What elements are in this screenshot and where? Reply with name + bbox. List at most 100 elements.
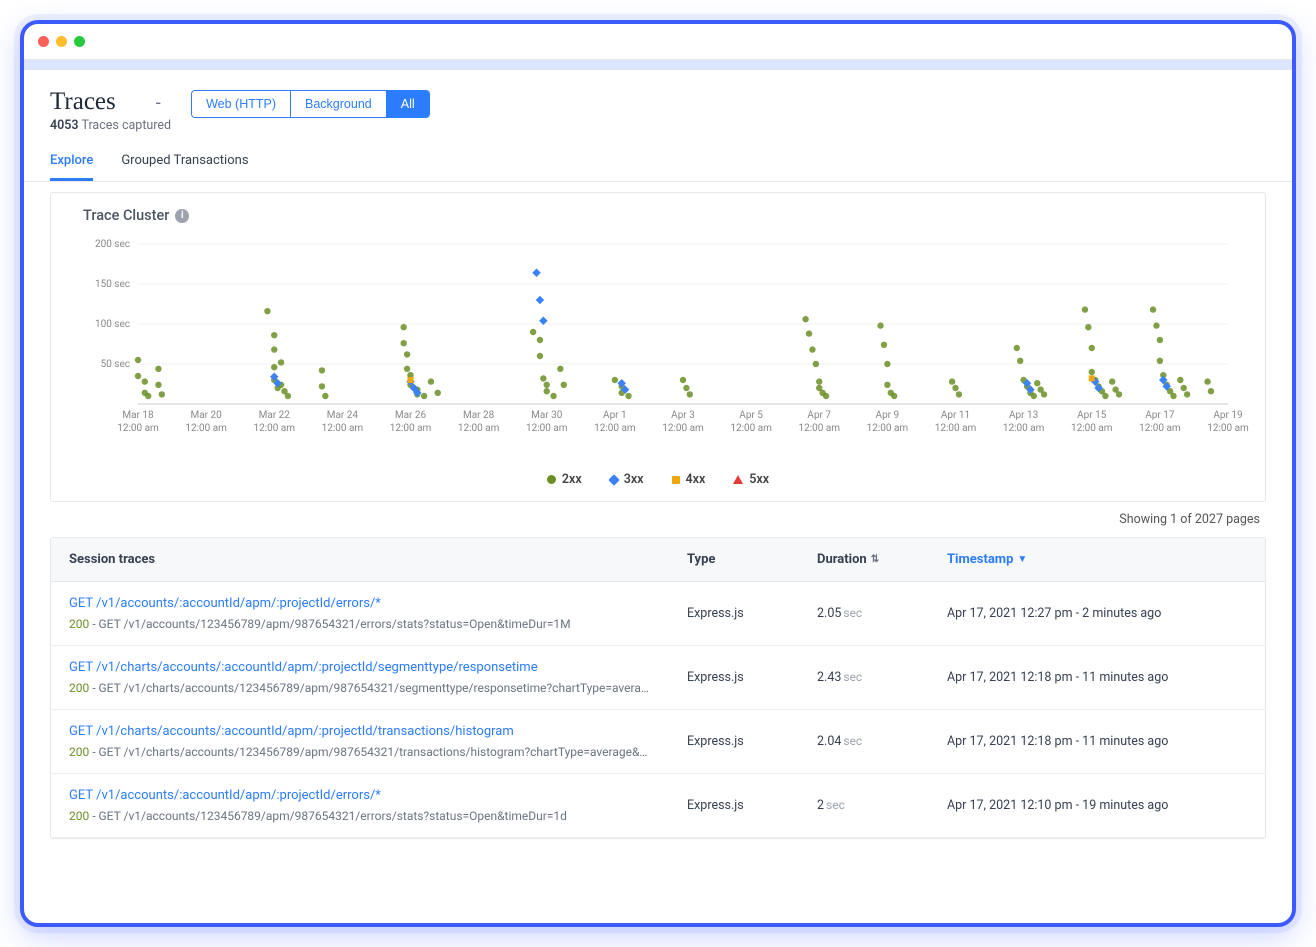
page-title: Traces xyxy=(50,88,116,116)
traces-table: Session traces Type Duration ⇅ Timestamp… xyxy=(50,537,1266,839)
legend-5xx[interactable]: 5xx xyxy=(733,472,769,487)
trace-timestamp: Apr 17, 2021 12:10 pm - 19 minutes ago xyxy=(947,798,1247,813)
table-row[interactable]: GET /v1/charts/accounts/:accountId/apm/:… xyxy=(51,646,1265,710)
info-icon[interactable]: i xyxy=(175,209,189,223)
filter-all[interactable]: All xyxy=(387,91,429,117)
chart-legend: 2xx 3xx 4xx 5xx xyxy=(51,464,1265,501)
maximize-icon[interactable] xyxy=(74,36,85,47)
svg-text:Mar 22: Mar 22 xyxy=(259,410,291,421)
scatter-plot[interactable]: 50 sec 100 sec 150 sec 200 sec Mar 18 12:00 … xyxy=(61,234,1255,454)
tab-grouped-transactions[interactable]: Grouped Transactions xyxy=(121,153,248,181)
svg-text:12:00 am: 12:00 am xyxy=(798,423,840,434)
trace-count: 4053 xyxy=(50,118,79,133)
subtitle-tail: Traces captured xyxy=(81,118,171,133)
sort-desc-icon: ▼ xyxy=(1017,554,1027,565)
close-icon[interactable] xyxy=(38,36,49,47)
svg-text:12:00 am: 12:00 am xyxy=(322,423,364,434)
header-divider xyxy=(24,60,1292,70)
svg-text:Apr 11: Apr 11 xyxy=(941,410,970,421)
svg-text:12:00 am: 12:00 am xyxy=(185,423,227,434)
svg-text:100 sec: 100 sec xyxy=(95,319,130,330)
trace-duration: 2.43sec xyxy=(817,670,947,685)
svg-text:12:00 am: 12:00 am xyxy=(935,423,977,434)
svg-text:Apr 13: Apr 13 xyxy=(1009,410,1038,421)
trace-duration: 2.04sec xyxy=(817,734,947,749)
svg-text:12:00 am: 12:00 am xyxy=(1003,423,1045,434)
svg-text:12:00 am: 12:00 am xyxy=(1071,423,1113,434)
svg-text:12:00 am: 12:00 am xyxy=(458,423,500,434)
svg-text:Apr 15: Apr 15 xyxy=(1077,410,1107,421)
svg-text:Mar 28: Mar 28 xyxy=(463,410,495,421)
trace-type: Express.js xyxy=(687,670,817,685)
svg-text:12:00 am: 12:00 am xyxy=(117,423,159,434)
svg-text:Mar 18: Mar 18 xyxy=(122,410,154,421)
svg-text:12:00 am: 12:00 am xyxy=(253,423,295,434)
trace-timestamp: Apr 17, 2021 12:27 pm - 2 minutes ago xyxy=(947,606,1247,621)
sort-icon: ⇅ xyxy=(871,554,879,565)
svg-text:200 sec: 200 sec xyxy=(95,239,130,250)
svg-text:Apr 7: Apr 7 xyxy=(807,410,831,421)
svg-text:12:00 am: 12:00 am xyxy=(1207,423,1249,434)
svg-text:12:00 am: 12:00 am xyxy=(594,423,636,434)
filter-web-http[interactable]: Web (HTTP) xyxy=(192,91,291,117)
svg-text:Apr 19: Apr 19 xyxy=(1213,410,1242,421)
trace-type: Express.js xyxy=(687,798,817,813)
filter-segmented-control: Web (HTTP) Background All xyxy=(191,90,430,118)
trace-duration: 2.05sec xyxy=(817,606,947,621)
svg-text:Apr 9: Apr 9 xyxy=(876,410,900,421)
trace-type: Express.js xyxy=(687,734,817,749)
filter-background[interactable]: Background xyxy=(291,91,387,117)
table-header: Session traces Type Duration ⇅ Timestamp… xyxy=(51,538,1265,582)
svg-text:12:00 am: 12:00 am xyxy=(390,423,432,434)
trace-type: Express.js xyxy=(687,606,817,621)
legend-2xx[interactable]: 2xx xyxy=(547,472,582,487)
table-row[interactable]: GET /v1/accounts/:accountId/apm/:project… xyxy=(51,582,1265,646)
col-duration[interactable]: Duration ⇅ xyxy=(817,552,947,567)
svg-text:150 sec: 150 sec xyxy=(95,279,130,290)
trace-link[interactable]: GET /v1/charts/accounts/:accountId/apm/:… xyxy=(69,724,687,739)
trace-path: 200 - GET /v1/accounts/123456789/apm/987… xyxy=(69,809,649,823)
svg-text:Apr 5: Apr 5 xyxy=(739,410,763,421)
legend-4xx[interactable]: 4xx xyxy=(672,472,706,487)
minimize-icon[interactable] xyxy=(56,36,67,47)
svg-text:Apr 1: Apr 1 xyxy=(603,410,627,421)
trace-cluster-chart-card: Trace Cluster i 50 sec 100 sec 150 sec 200 … xyxy=(50,192,1266,502)
svg-text:12:00 am: 12:00 am xyxy=(526,423,568,434)
tabs: Explore Grouped Transactions xyxy=(24,143,1292,182)
trace-path: 200 - GET /v1/charts/accounts/123456789/… xyxy=(69,745,649,759)
trace-duration: 2sec xyxy=(817,798,947,813)
svg-text:Apr 3: Apr 3 xyxy=(671,410,695,421)
page-header: Traces - 4053 Traces captured Web (HTTP)… xyxy=(24,70,1292,143)
trace-timestamp: Apr 17, 2021 12:18 pm - 11 minutes ago xyxy=(947,670,1247,685)
svg-text:12:00 am: 12:00 am xyxy=(662,423,704,434)
svg-text:Mar 24: Mar 24 xyxy=(327,410,359,421)
svg-text:12:00 am: 12:00 am xyxy=(1139,423,1181,434)
trace-path: 200 - GET /v1/charts/accounts/123456789/… xyxy=(69,681,649,695)
window-controls xyxy=(38,36,85,47)
svg-text:Mar 26: Mar 26 xyxy=(395,410,427,421)
trace-timestamp: Apr 17, 2021 12:18 pm - 11 minutes ago xyxy=(947,734,1247,749)
svg-text:12:00 am: 12:00 am xyxy=(867,423,909,434)
title-dash: - xyxy=(156,93,161,114)
window-titlebar xyxy=(24,24,1292,60)
legend-3xx[interactable]: 3xx xyxy=(610,472,644,487)
svg-text:12:00 am: 12:00 am xyxy=(730,423,772,434)
trace-link[interactable]: GET /v1/accounts/:accountId/apm/:project… xyxy=(69,788,687,803)
trace-link[interactable]: GET /v1/accounts/:accountId/apm/:project… xyxy=(69,596,687,611)
svg-text:50 sec: 50 sec xyxy=(101,359,130,370)
trace-path: 200 - GET /v1/accounts/123456789/apm/987… xyxy=(69,617,649,631)
col-session: Session traces xyxy=(69,552,687,567)
tab-explore[interactable]: Explore xyxy=(50,153,93,181)
svg-text:Apr 17: Apr 17 xyxy=(1145,410,1175,421)
table-row[interactable]: GET /v1/charts/accounts/:accountId/apm/:… xyxy=(51,710,1265,774)
pagination-status: Showing 1 of 2027 pages xyxy=(50,502,1266,537)
svg-text:Mar 30: Mar 30 xyxy=(531,410,563,421)
col-timestamp[interactable]: Timestamp ▼ xyxy=(947,552,1247,567)
svg-text:Mar 20: Mar 20 xyxy=(190,410,222,421)
trace-link[interactable]: GET /v1/charts/accounts/:accountId/apm/:… xyxy=(69,660,687,675)
col-type: Type xyxy=(687,552,817,567)
page-subtitle: 4053 Traces captured xyxy=(50,118,171,133)
app-window: Traces - 4053 Traces captured Web (HTTP)… xyxy=(20,20,1296,927)
chart-title: Trace Cluster xyxy=(83,207,169,224)
table-row[interactable]: GET /v1/accounts/:accountId/apm/:project… xyxy=(51,774,1265,838)
